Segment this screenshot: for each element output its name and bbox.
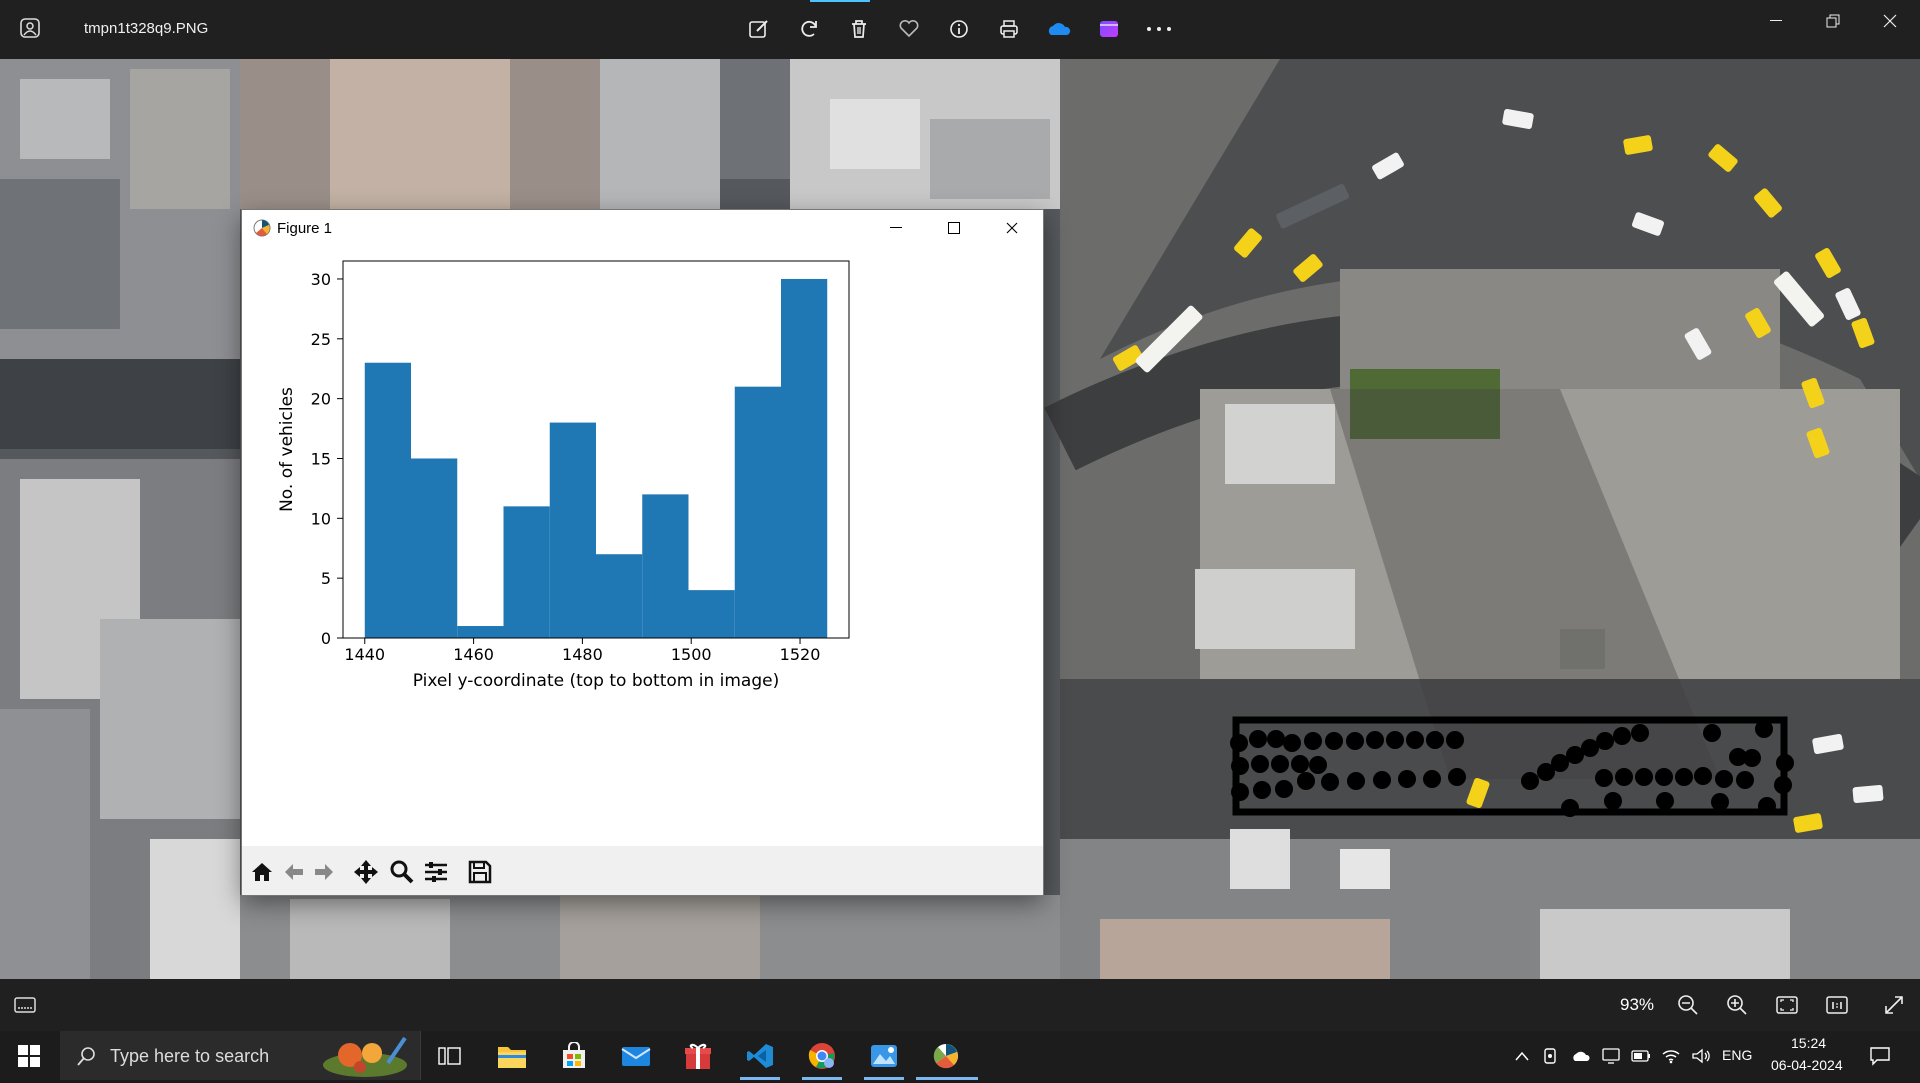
home-icon[interactable]	[248, 858, 276, 886]
x-tick-label: 1520	[780, 645, 821, 664]
configure-subplots-icon[interactable]	[422, 858, 450, 886]
histogram-bar	[780, 278, 828, 638]
mail-icon[interactable]	[618, 1039, 654, 1073]
back-icon[interactable]	[280, 858, 308, 886]
histogram-bar	[549, 422, 596, 638]
y-tick-label: 15	[311, 449, 331, 468]
figure-maximize-icon[interactable]	[936, 216, 972, 240]
histogram-plot: 1440 1460 1480 1500 1520051015202530 Pixel y…	[242, 246, 1043, 856]
x-tick-label: 1440	[344, 645, 385, 664]
x-tick-label: 1480	[562, 645, 603, 664]
file-title: tmpn1t328q9.PNG	[84, 20, 209, 37]
more-icon[interactable]	[1146, 16, 1172, 42]
vscode-icon[interactable]	[742, 1039, 778, 1073]
search-icon	[77, 1047, 95, 1066]
info-icon[interactable]	[946, 16, 972, 42]
photos-taskbar-icon[interactable]	[866, 1039, 902, 1073]
zoom-level: 93%	[1620, 995, 1655, 1014]
y-tick-label: 25	[311, 330, 331, 349]
favorite-icon[interactable]	[896, 16, 922, 42]
delete-icon[interactable]	[846, 16, 872, 42]
microsoft-store-icon[interactable]	[556, 1039, 592, 1073]
notifications-icon[interactable]	[1862, 1039, 1898, 1073]
full-screen-icon[interactable]	[1881, 992, 1907, 1018]
photos-title-bar: tmpn1t328q9.PNG	[0, 0, 1920, 59]
task-view-icon[interactable]	[432, 1039, 468, 1073]
clock-date[interactable]: 06-04-2024	[1771, 1057, 1843, 1073]
histogram-bar	[457, 626, 504, 638]
histogram-bar	[688, 590, 735, 638]
input-language[interactable]: ENG	[1722, 1047, 1752, 1063]
histogram-bar	[734, 386, 781, 638]
pan-icon[interactable]	[352, 858, 380, 886]
histogram-bar	[503, 506, 550, 638]
close-icon[interactable]	[1870, 10, 1910, 32]
figure-window: Figure 1 1440 1460 1480 1500 1520 0 5 10 15 20 25 3…	[242, 210, 1043, 895]
battery-icon[interactable]	[1626, 1039, 1656, 1073]
figure-close-icon[interactable]	[994, 216, 1030, 240]
zoom-icon[interactable]	[388, 858, 416, 886]
chrome-icon[interactable]	[804, 1039, 840, 1073]
y-axis-label: No. of vehicles	[277, 387, 297, 512]
y-tick-label: 0	[321, 629, 331, 648]
y-tick-label: 30	[311, 270, 331, 289]
viewer-bottom-bar: 93%	[0, 979, 1920, 1031]
gift-app-icon[interactable]	[680, 1039, 716, 1073]
onedrive-tray-icon[interactable]	[1566, 1039, 1596, 1073]
figure-toolbar	[242, 846, 1043, 895]
y-tick-label: 5	[321, 569, 331, 588]
figure-minimize-icon[interactable]	[878, 216, 914, 240]
onedrive-icon[interactable]	[1046, 16, 1072, 42]
zoom-out-icon[interactable]	[1675, 992, 1701, 1018]
active-indicator	[810, 0, 870, 2]
histogram-bar	[642, 494, 689, 638]
file-explorer-icon[interactable]	[494, 1039, 530, 1073]
print-icon[interactable]	[996, 16, 1022, 42]
edit-icon[interactable]	[746, 16, 772, 42]
volume-icon[interactable]	[1686, 1039, 1716, 1073]
forward-icon[interactable]	[310, 858, 338, 886]
meet-now-icon[interactable]	[1536, 1039, 1566, 1073]
x-tick-label: 1460	[453, 645, 494, 664]
rotate-icon[interactable]	[796, 16, 822, 42]
x-tick-label: 1500	[671, 645, 712, 664]
display-tray-icon[interactable]	[1596, 1039, 1626, 1073]
clipchamp-icon[interactable]	[1096, 16, 1122, 42]
windows-start-icon[interactable]	[18, 1045, 40, 1067]
save-icon[interactable]	[466, 858, 494, 886]
matplotlib-icon	[252, 218, 272, 238]
taskbar-search-box[interactable]: Type here to search	[60, 1031, 421, 1080]
minimize-icon[interactable]	[1756, 10, 1796, 32]
zoom-in-icon[interactable]	[1724, 992, 1750, 1018]
x-axis-label: Pixel y-coordinate (top to bottom in ima…	[413, 671, 779, 691]
actual-size-icon[interactable]	[1824, 992, 1850, 1018]
search-highlight-icon	[320, 1033, 415, 1078]
taskbar: Type here to search ENG 15:24 06-04-2024	[0, 1031, 1920, 1080]
wifi-icon[interactable]	[1656, 1039, 1686, 1073]
fit-to-window-icon[interactable]	[1774, 992, 1800, 1018]
search-placeholder: Type here to search	[110, 1046, 270, 1066]
figure-title: Figure 1	[277, 220, 333, 237]
histogram-bar	[411, 458, 458, 638]
clock-time[interactable]: 15:24	[1791, 1035, 1826, 1051]
histogram-bar	[596, 554, 643, 638]
show-hidden-icons-icon[interactable]	[1504, 1039, 1540, 1073]
photos-app-icon	[20, 18, 40, 38]
histogram-bar	[364, 362, 412, 638]
filmstrip-icon[interactable]	[12, 992, 38, 1018]
y-tick-label: 10	[311, 509, 331, 528]
python-figure-taskbar-icon[interactable]	[928, 1039, 964, 1073]
restore-icon[interactable]	[1813, 10, 1853, 32]
y-tick-label: 20	[311, 390, 331, 409]
